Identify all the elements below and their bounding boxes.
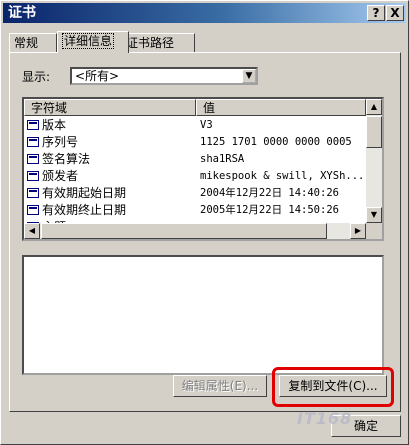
tab-cert-path[interactable]: 证书路径	[121, 33, 195, 52]
field-value: sha1RSA	[200, 153, 245, 165]
field-name: 有效期终止日期	[42, 203, 127, 217]
field-icon	[27, 171, 39, 181]
column-header-value[interactable]: 值	[196, 99, 366, 116]
scroll-left-icon[interactable]: ◀	[24, 223, 40, 239]
field-name: 版本	[42, 118, 67, 132]
field-list[interactable]: 字符域 值 版本 V3 序列号 1125 1701 0000 0000 0005…	[22, 97, 384, 241]
field-icon	[27, 188, 39, 198]
list-header: 字符域 值	[24, 99, 366, 116]
list-item[interactable]: 有效期终止日期 2005年12月22日 14:50:26	[24, 202, 366, 219]
field-value: mikespook & swill, XYSh...	[200, 170, 365, 182]
scroll-down-icon[interactable]: ▼	[366, 207, 382, 223]
show-label: 显示:	[22, 70, 51, 84]
help-button[interactable]: ?	[367, 5, 385, 21]
scroll-up-icon[interactable]: ▲	[366, 99, 382, 115]
field-icon	[27, 205, 39, 215]
close-button[interactable]: X	[386, 5, 404, 21]
list-item[interactable]: 序列号 1125 1701 0000 0000 0005	[24, 134, 366, 151]
chevron-down-icon[interactable]: ▼	[242, 69, 256, 83]
tab-cert-path-label: 证书路径	[126, 36, 175, 50]
list-rows: 版本 V3 序列号 1125 1701 0000 0000 0005 签名算法 …	[24, 117, 366, 236]
edit-properties-button[interactable]: 编辑属性(E)...	[173, 375, 267, 397]
details-panel: 显示: <所有> ▼ 字符域 值 版本 V3 序列号 1125 1701 000…	[9, 52, 401, 412]
field-name: 序列号	[42, 135, 79, 149]
list-item[interactable]: 颁发者 mikespook & swill, XYSh...	[24, 168, 366, 185]
field-value: 2004年12月22日 14:40:26	[200, 187, 339, 199]
scroll-right-icon[interactable]: ▶	[350, 223, 366, 239]
tab-details[interactable]: 详细信息	[57, 31, 129, 53]
show-select-value: <所有>	[75, 69, 120, 83]
field-name: 有效期起始日期	[42, 186, 127, 200]
field-value: 2005年12月22日 14:50:26	[200, 204, 339, 216]
vertical-scroll-thumb[interactable]	[366, 116, 382, 148]
tab-general[interactable]: 常规	[9, 33, 57, 52]
field-name: 颁发者	[42, 169, 79, 183]
tab-general-label: 常规	[14, 36, 39, 50]
watermark-logo: IT168	[297, 409, 353, 428]
tab-details-label: 详细信息	[62, 33, 115, 49]
field-icon	[27, 154, 39, 164]
list-item[interactable]: 有效期起始日期 2004年12月22日 14:40:26	[24, 185, 366, 202]
window-title: 证书	[8, 5, 36, 21]
scroll-corner	[366, 223, 382, 239]
vertical-scrollbar[interactable]: ▲ ▼	[366, 99, 382, 223]
horizontal-scroll-thumb[interactable]	[41, 223, 327, 239]
certificate-dialog: 证书 ? X 常规 详细信息 证书路径 显示: <所有> ▼ 字符域 值 版本 …	[0, 0, 409, 445]
field-icon	[27, 137, 39, 147]
title-bar[interactable]: 证书 ? X	[3, 3, 406, 23]
field-value: 1125 1701 0000 0000 0005	[200, 136, 352, 148]
field-value: V3	[200, 119, 213, 131]
highlight-annotation	[272, 367, 394, 407]
list-item[interactable]: 版本 V3	[24, 117, 366, 134]
horizontal-scrollbar[interactable]: ◀ ▶	[24, 223, 366, 239]
show-select[interactable]: <所有> ▼	[70, 67, 258, 85]
value-detail-box[interactable]	[22, 255, 384, 375]
field-name: 签名算法	[42, 152, 91, 166]
field-icon	[27, 120, 39, 130]
list-item[interactable]: 签名算法 sha1RSA	[24, 151, 366, 168]
column-header-field[interactable]: 字符域	[24, 99, 196, 116]
